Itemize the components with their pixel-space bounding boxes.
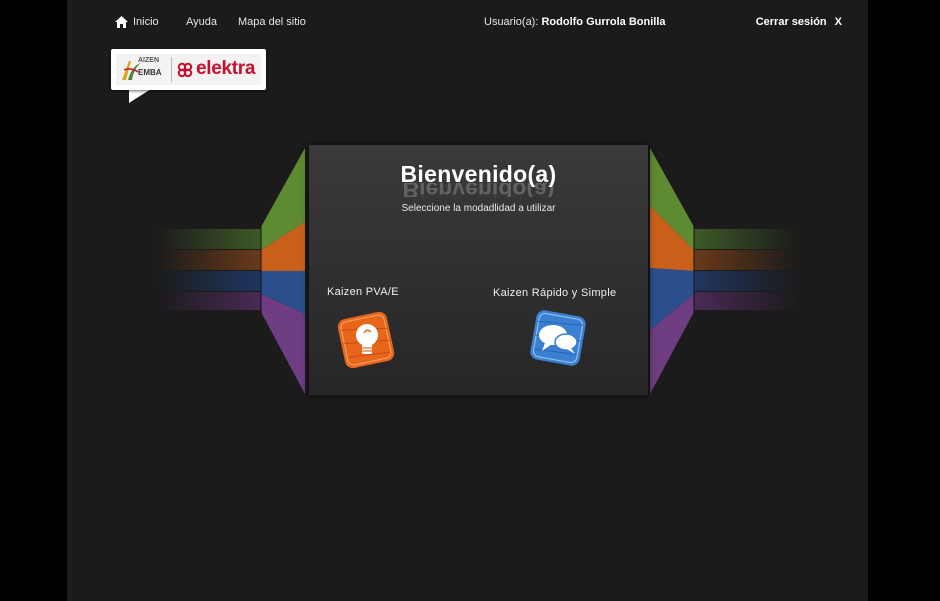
option-kaizen-rapido-label[interactable]: Kaizen Rápido y Simple: [493, 287, 616, 299]
nav-help-link[interactable]: Ayuda: [186, 16, 217, 28]
logout-label[interactable]: Cerrar sesión: [756, 16, 827, 28]
welcome-panel: Bienvenido(a) Bienvenido(a) Seleccione l…: [309, 145, 648, 395]
title-reflection: Bienvenido(a): [402, 183, 555, 197]
elektra-logo-icon: [177, 62, 193, 78]
logo: AIZEN EMBA elektra: [111, 49, 266, 90]
top-nav: Inicio Ayuda Mapa del sitio Usuario(a): …: [67, 0, 868, 44]
user-name: Rodolfo Gurrola Bonilla: [541, 16, 666, 28]
user-prefix: Usuario(a):: [484, 16, 539, 28]
left-stripes-decoration: [157, 148, 305, 394]
elektra-brand-text: elektra: [196, 58, 256, 79]
kaizen-text-top: AIZEN: [138, 57, 159, 64]
user-info: Usuario(a): Rodolfo Gurrola Bonilla: [484, 16, 666, 28]
page-subtitle: Seleccione la modadlidad a utilizar: [401, 203, 556, 214]
logout-button[interactable]: Cerrar sesión X: [756, 16, 842, 28]
page: Inicio Ayuda Mapa del sitio Usuario(a): …: [67, 0, 868, 601]
right-stripes-decoration: [650, 148, 798, 394]
logo-inner: AIZEN EMBA elektra: [116, 54, 261, 85]
logo-divider: [171, 57, 172, 82]
lightbulb-icon[interactable]: [331, 305, 401, 375]
logo-pointer: [129, 89, 151, 103]
kaizen-text-bottom: EMBA: [138, 68, 162, 77]
close-icon[interactable]: X: [835, 16, 842, 28]
nav-sitemap-link[interactable]: Mapa del sitio: [238, 16, 306, 28]
nav-home-link[interactable]: Inicio: [133, 16, 159, 28]
home-icon[interactable]: [114, 15, 129, 29]
chat-bubbles-icon[interactable]: [523, 303, 593, 373]
option-kaizen-pvae-label[interactable]: Kaizen PVA/E: [327, 286, 399, 298]
